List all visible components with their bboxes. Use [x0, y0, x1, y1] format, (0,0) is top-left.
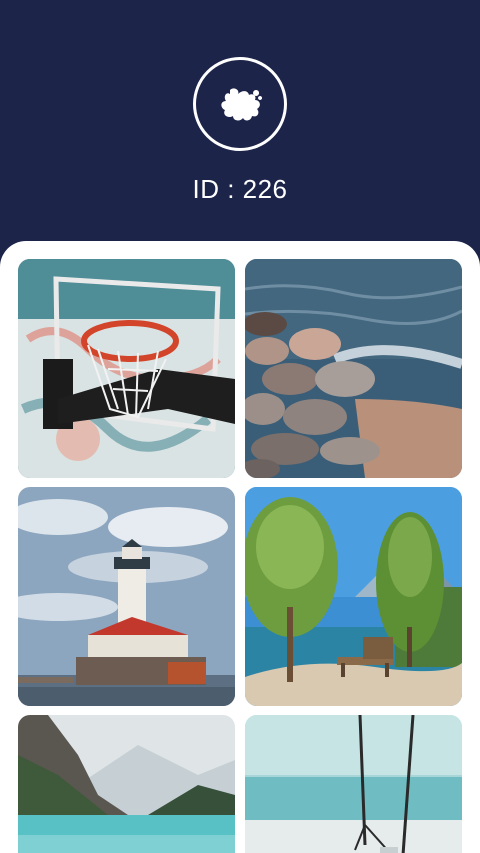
gallery-image-beach-swing[interactable] — [245, 715, 462, 853]
gallery-image-mountain-lake[interactable] — [18, 715, 235, 853]
gallery-image-basketball-hoop[interactable] — [18, 259, 235, 478]
gallery-image-lake-bench[interactable] — [245, 487, 462, 706]
header: ID : 226 — [0, 0, 480, 250]
gallery-image-rocky-shore[interactable] — [245, 259, 462, 478]
gallery-image-lighthouse[interactable] — [18, 487, 235, 706]
gallery-sheet — [0, 241, 480, 853]
puzzle-splash-icon — [221, 88, 263, 121]
id-label: ID : 226 — [192, 174, 288, 204]
logo-badge — [193, 57, 287, 151]
image-grid — [0, 241, 480, 853]
